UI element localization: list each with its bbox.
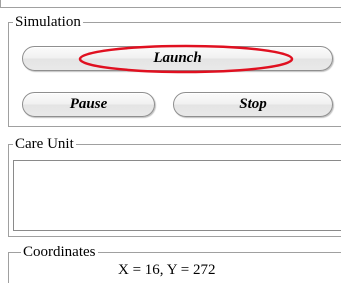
care-unit-group-title: Care Unit [13,136,76,152]
stop-button[interactable]: Stop [173,92,333,117]
coordinates-readout: X = 16, Y = 272 [118,262,216,278]
launch-button[interactable]: Launch [22,46,333,71]
care-unit-textarea[interactable] [13,160,341,231]
control-panel: Simulation Launch Pause Stop Care Unit C… [0,0,341,283]
top-divider [0,0,341,8]
pause-button[interactable]: Pause [22,92,155,117]
coordinates-group-title: Coordinates [21,244,98,260]
simulation-group-title: Simulation [13,14,83,30]
